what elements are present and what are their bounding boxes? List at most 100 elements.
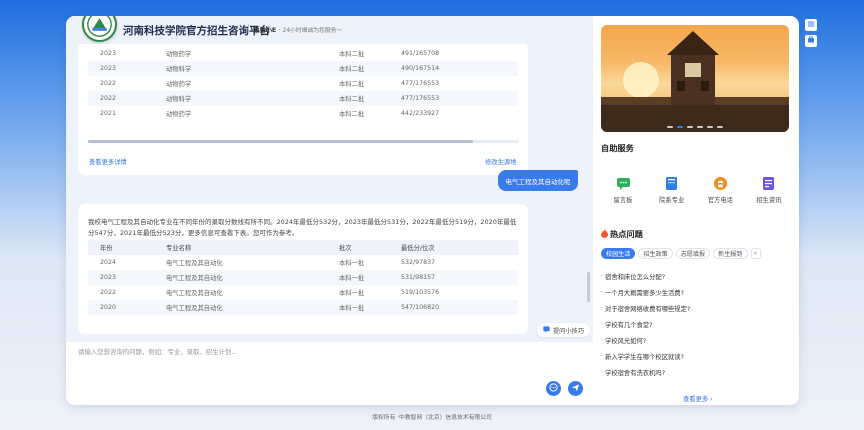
hot-questions-title: 热点问题 [610, 229, 643, 239]
hot-question-item[interactable]: 学校宿舍有洗衣机吗? [601, 364, 791, 380]
cell-score: 490/167514 [401, 61, 518, 76]
chat-panel: 2023 动物药学 本科二批 491/165708 2023 动物科学 本科二批 490/16… [66, 16, 593, 405]
hot-question-list: 宿舍和床位怎么分配? 一个月大概需要多少生活费? 对于宿舍网络收费有哪些规定? … [601, 268, 791, 380]
view-more-details-link[interactable]: 查看更多详情 [89, 157, 127, 166]
table-row: 2022 动物药学 本科二批 477/176553 [88, 76, 518, 91]
cell-year: 2022 [100, 289, 117, 296]
service-official-phone[interactable]: 官方电话 [696, 176, 744, 204]
cell-major: 动物药学 [166, 51, 192, 58]
cell-batch: 本科二批 [339, 61, 401, 76]
hot-question-item[interactable]: 新入学学生在哪个校区就读? [601, 348, 791, 364]
cell-batch: 本科一批 [339, 290, 365, 297]
campus-banner-image[interactable] [601, 25, 789, 132]
cell-score: 532/97837 [401, 259, 436, 266]
send-button[interactable] [568, 381, 583, 396]
cell-major: 动物药学 [166, 111, 192, 118]
footer-copyright: 版权所有 ·中教智网（北京）信息技术有限公司 [372, 415, 492, 421]
banner-carousel-dots[interactable] [601, 126, 789, 128]
message-board-icon [616, 176, 631, 191]
cart-icon [807, 36, 815, 46]
bot-slogan: · 24小时竭诚为您服务～ [279, 28, 343, 34]
previous-answer-card: 2023 动物药学 本科二批 491/165708 2023 动物科学 本科二批 490/16… [78, 42, 528, 175]
hot-question-item[interactable]: 宿舍和床位怎么分配? [601, 268, 791, 284]
service-admission-news[interactable]: 招生资讯 [745, 176, 793, 204]
cell-batch: 本科一批 [339, 270, 401, 285]
phone-icon [713, 176, 728, 191]
header: 河南科技学院官方招生咨询平台 豫易小E · 24小时竭诚为您服务～ [66, 16, 593, 44]
app-window: 2023 动物药学 本科二批 491/165708 2023 动物科学 本科二批 490/16… [66, 16, 799, 405]
cell-major: 电气工程及其自动化 [166, 290, 223, 297]
column-header: 年份 [88, 240, 166, 255]
self-service-title: 自助服务 [601, 143, 634, 153]
tab-freshman-registration[interactable]: 新生报到 [713, 248, 748, 259]
user-message-bubble: 电气工程及其自动化呢 [498, 170, 578, 191]
cell-batch: 本科二批 [339, 111, 365, 118]
table-row: 2023 动物药学 本科二批 491/165708 [88, 46, 518, 61]
service-label: 招生资讯 [756, 197, 782, 204]
table-row: 2023 电气工程及其自动化 本科一批 531/98157 [88, 270, 518, 285]
tips-label: 提问小技巧 [553, 327, 584, 335]
tab-admission-policy[interactable]: 招生政策 [638, 248, 673, 259]
hot-question-item[interactable]: 一个月大概需要多少生活费? [601, 284, 791, 300]
cell-year: 2023 [88, 61, 166, 76]
cell-year: 2023 [100, 50, 117, 57]
cell-year: 2022 [100, 80, 117, 87]
table-row: 2020 电气工程及其自动化 本科一批 547/106820 [88, 300, 518, 315]
tabs-next-arrow[interactable]: » [750, 248, 761, 259]
tab-application[interactable]: 志愿填报 [675, 248, 711, 259]
cell-major: 电气工程及其自动化 [166, 270, 339, 285]
question-tips-button[interactable]: 提问小技巧 [537, 323, 590, 337]
right-panel: 自助服务 留言板 院系专业 官方电话 招生资讯 热点问题 校园生活 招生政策 志… [593, 16, 799, 405]
table-row: 2022 电气工程及其自动化 本科一批 519/103576 [88, 285, 518, 300]
menu-icon [807, 20, 815, 30]
cell-batch: 本科二批 [339, 51, 365, 58]
cart-side-button[interactable] [805, 35, 817, 47]
cell-year: 2020 [88, 300, 166, 315]
answer-card: 我校电气工程及其自动化专业在不同年份的录取分数线有所不同。2024年最低分532… [78, 204, 528, 334]
cell-year: 2023 [88, 270, 166, 285]
table-row: 2021 动物药学 本科二批 442/233927 [88, 106, 518, 121]
input-area [66, 342, 593, 405]
cell-major: 动物科学 [166, 91, 339, 106]
bot-name: 豫易小E [253, 27, 277, 34]
book-icon [664, 176, 679, 191]
question-input[interactable] [78, 347, 538, 367]
cell-batch: 本科二批 [339, 81, 365, 88]
send-icon [571, 383, 580, 394]
cell-score: 531/98157 [401, 270, 518, 285]
column-header: 专业名称 [166, 240, 339, 255]
table-row: 2022 动物科学 本科二批 477/176553 [88, 91, 518, 106]
chat-vertical-scrollbar[interactable] [587, 272, 590, 302]
cell-year: 2024 [100, 259, 117, 266]
customer-service-button[interactable] [546, 381, 561, 396]
header-divider [248, 24, 249, 34]
cell-major: 动物药学 [166, 81, 192, 88]
cell-score: 477/176553 [401, 80, 440, 87]
school-logo [82, 16, 117, 42]
cell-batch: 本科二批 [339, 91, 401, 106]
menu-side-button[interactable] [805, 19, 817, 31]
news-icon [761, 176, 776, 191]
tab-campus-life[interactable]: 校园生活 [601, 248, 636, 259]
table-horizontal-scrollbar[interactable] [88, 140, 519, 143]
service-label: 留言板 [613, 197, 633, 204]
service-message-board[interactable]: 留言板 [599, 176, 647, 204]
service-label: 院系专业 [659, 197, 685, 204]
hot-question-item[interactable]: 对于宿舍网络收费有哪些规定? [601, 300, 791, 316]
previous-score-table: 2023 动物药学 本科二批 491/165708 2023 动物科学 本科二批 490/16… [88, 46, 518, 121]
hot-question-item[interactable]: 学校风光如何? [601, 332, 791, 348]
service-departments[interactable]: 院系专业 [648, 176, 696, 204]
cell-year: 2021 [100, 110, 117, 117]
change-region-link[interactable]: 修改生源地 [485, 157, 516, 166]
hot-question-item[interactable]: 学校有几个食堂? [601, 316, 791, 332]
service-label: 官方电话 [707, 197, 733, 204]
answer-text: 我校电气工程及其自动化专业在不同年份的录取分数线有所不同。2024年最低分532… [88, 218, 517, 237]
column-header: 最低分/位次 [401, 240, 518, 255]
view-more-questions-link[interactable]: 查看更多 › [683, 394, 713, 403]
cell-score: 442/233927 [401, 110, 440, 117]
cell-major: 电气工程及其自动化 [166, 260, 223, 267]
cell-score: 519/103576 [401, 289, 440, 296]
cell-major: 动物科学 [166, 61, 339, 76]
column-header: 批次 [339, 240, 401, 255]
table-header-row: 年份 专业名称 批次 最低分/位次 [88, 240, 518, 255]
